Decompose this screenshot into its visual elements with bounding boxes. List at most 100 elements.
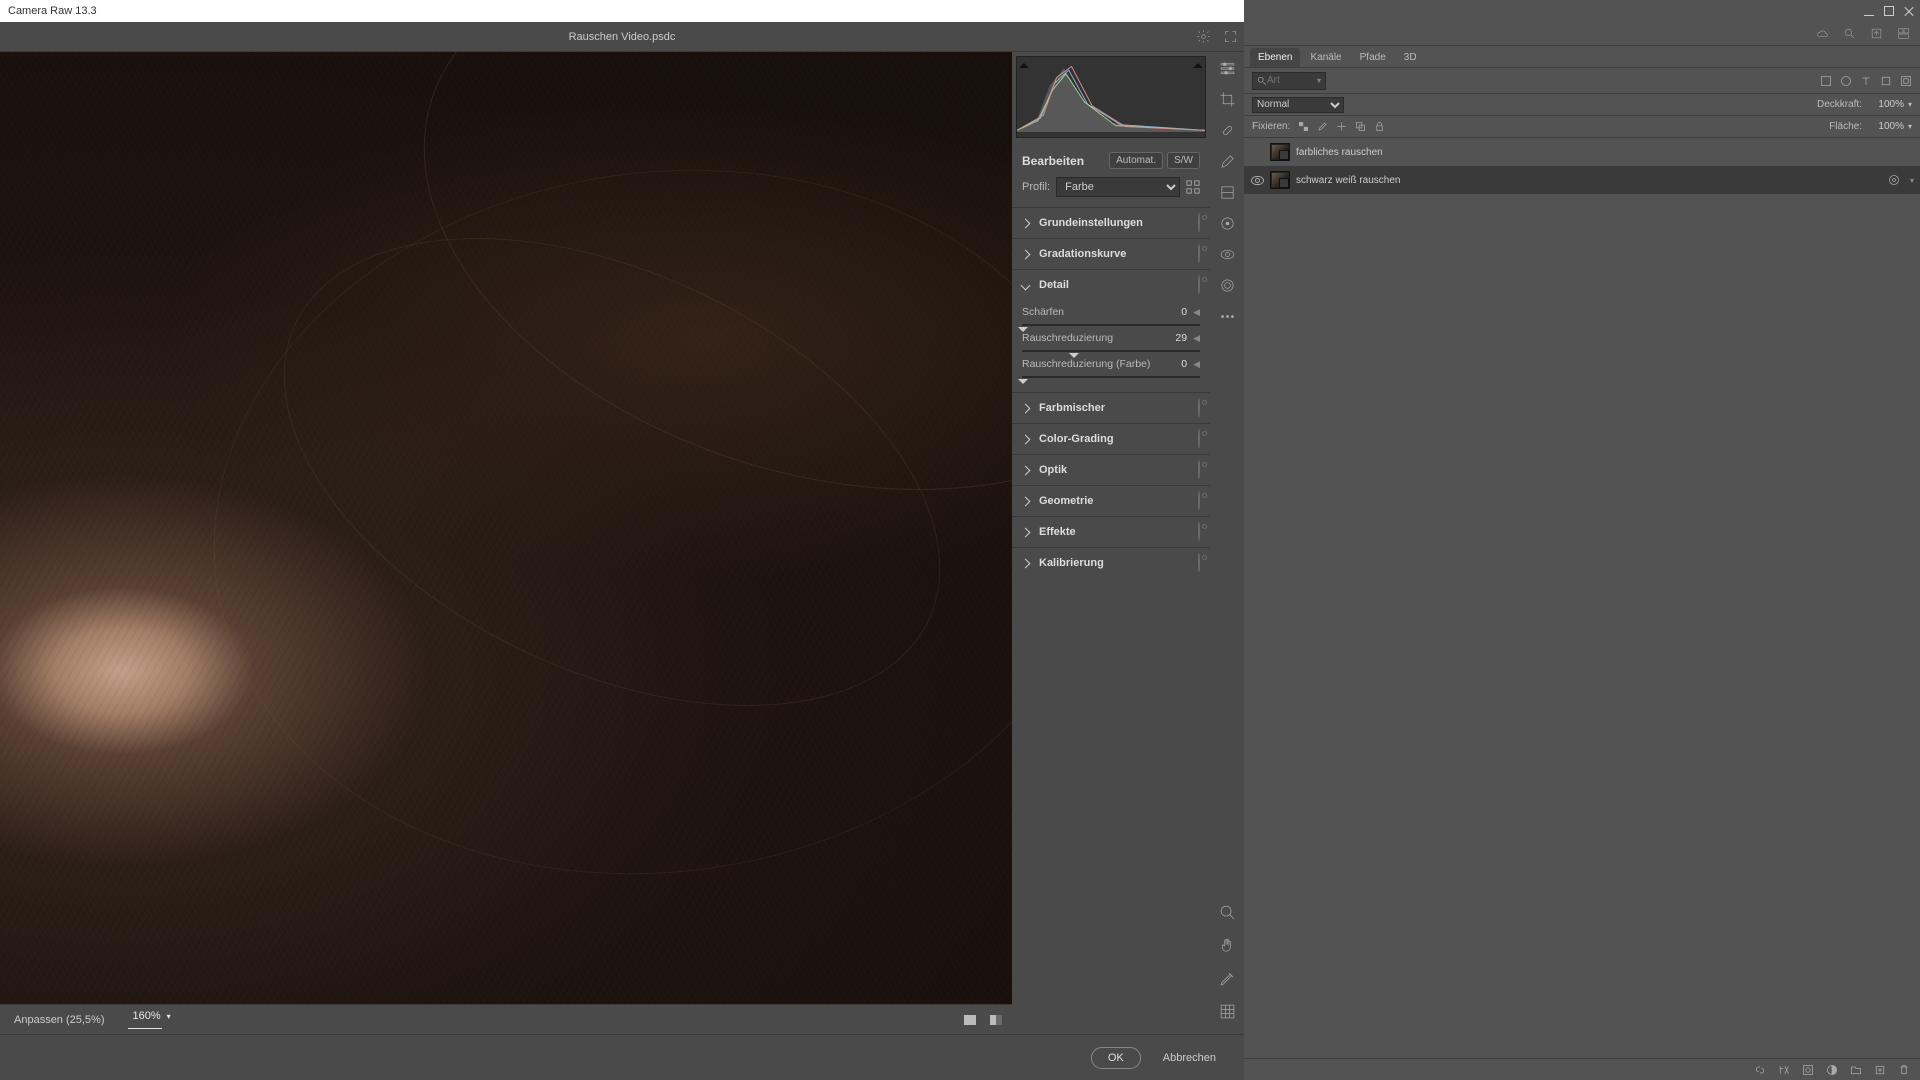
slider-color-noise-reduction[interactable]: Rauschreduzierung (Farbe)0◀ [1022, 358, 1200, 382]
cr-title: Camera Raw 13.3 [8, 5, 97, 17]
fullscreen-icon[interactable] [1223, 29, 1238, 44]
filter-shape-icon[interactable] [1880, 75, 1892, 87]
sect-basic[interactable]: Grundeinstellungen [1012, 208, 1210, 238]
lock-nest-icon[interactable] [1355, 121, 1366, 132]
hand-icon[interactable] [1219, 937, 1236, 954]
cr-zoom-dropdown[interactable]: 160% ▾ [133, 1010, 171, 1022]
radial-tool-icon[interactable] [1219, 215, 1236, 232]
mask-icon[interactable] [1802, 1064, 1814, 1076]
eye-icon[interactable] [1198, 430, 1200, 448]
sect-calibration[interactable]: Kalibrierung [1012, 548, 1210, 578]
preset-tool-icon[interactable] [1219, 277, 1236, 294]
cloud-icon[interactable] [1816, 27, 1829, 40]
opacity-input[interactable] [1866, 99, 1904, 110]
grid-icon[interactable] [1219, 1003, 1236, 1020]
adjustment-icon[interactable] [1826, 1064, 1838, 1076]
cr-profile-select[interactable]: Farbe [1056, 177, 1180, 197]
tab-paths[interactable]: Pfade [1352, 48, 1394, 67]
profile-grid-icon[interactable] [1186, 180, 1200, 194]
sect-detail[interactable]: Detail [1012, 270, 1210, 300]
sect-optics[interactable]: Optik [1012, 455, 1210, 485]
cr-auto-button[interactable]: Automat. [1109, 152, 1163, 169]
fill-label: Fläche: [1829, 121, 1862, 132]
tab-3d[interactable]: 3D [1396, 48, 1425, 67]
more-icon[interactable] [1219, 308, 1236, 325]
ps-window-controls [1244, 0, 1920, 22]
zoom-icon[interactable] [1219, 904, 1236, 921]
lock-label: Fixieren: [1252, 121, 1290, 132]
expand-icon[interactable]: ◀ [1193, 307, 1200, 318]
eye-icon[interactable] [1198, 554, 1200, 572]
fx-icon[interactable] [1778, 1064, 1790, 1076]
layer-row[interactable]: schwarz weiß rauschen ▾ [1244, 166, 1920, 194]
eye-icon[interactable] [1198, 523, 1200, 541]
crop-tool-icon[interactable] [1219, 91, 1236, 108]
slider-sharpen[interactable]: Schärfen0◀ [1022, 306, 1200, 330]
workspace-icon[interactable] [1897, 27, 1910, 40]
cr-edit-title: Bearbeiten [1022, 154, 1084, 168]
redeye-tool-icon[interactable] [1219, 246, 1236, 263]
fill-input[interactable] [1866, 121, 1904, 132]
lock-trans-icon[interactable] [1298, 121, 1309, 132]
blend-mode-select[interactable]: Normal [1252, 97, 1344, 113]
tab-layers[interactable]: Ebenen [1250, 48, 1300, 67]
cr-preview-image[interactable] [0, 52, 1012, 1004]
cr-bw-button[interactable]: S/W [1167, 152, 1200, 169]
visibility-toggle[interactable] [1250, 173, 1264, 187]
layer-thumb[interactable] [1270, 143, 1290, 161]
eye-icon[interactable] [1198, 245, 1200, 263]
sect-effects[interactable]: Effekte [1012, 517, 1210, 547]
view-single-icon[interactable] [964, 1015, 976, 1025]
cr-histogram[interactable] [1016, 56, 1206, 138]
chevron-down-icon[interactable]: ▾ [1910, 176, 1914, 185]
expand-icon[interactable]: ◀ [1193, 359, 1200, 370]
layer-thumb[interactable] [1270, 171, 1290, 189]
cancel-button[interactable]: Abbrechen [1163, 1052, 1216, 1064]
sect-colormixer[interactable]: Farbmischer [1012, 393, 1210, 423]
layer-filter-search[interactable]: ▾ [1252, 72, 1326, 90]
brush-tool-icon[interactable] [1219, 153, 1236, 170]
heal-tool-icon[interactable] [1219, 122, 1236, 139]
gradient-tool-icon[interactable] [1219, 184, 1236, 201]
lock-pos-icon[interactable] [1336, 121, 1347, 132]
new-layer-icon[interactable] [1874, 1064, 1886, 1076]
lock-paint-icon[interactable] [1317, 121, 1328, 132]
visibility-toggle[interactable] [1250, 145, 1264, 159]
cr-fit-label[interactable]: Anpassen (25,5%) [14, 1014, 105, 1026]
layer-row[interactable]: farbliches rauschen [1244, 138, 1920, 166]
edit-tool-icon[interactable] [1219, 60, 1236, 77]
maximize-icon[interactable] [1884, 6, 1894, 16]
eye-icon[interactable] [1198, 492, 1200, 510]
filter-type-icon[interactable] [1860, 75, 1872, 87]
eye-icon[interactable] [1198, 276, 1200, 294]
sect-geometry[interactable]: Geometrie [1012, 486, 1210, 516]
minimize-icon[interactable] [1864, 6, 1874, 16]
filter-pixel-icon[interactable] [1820, 75, 1832, 87]
layer-name[interactable]: schwarz weiß rauschen [1296, 175, 1400, 186]
close-icon[interactable] [1904, 6, 1914, 16]
eye-icon[interactable] [1198, 461, 1200, 479]
sect-colorgrading[interactable]: Color-Grading [1012, 424, 1210, 454]
search-icon[interactable] [1843, 27, 1856, 40]
filter-smart-icon[interactable] [1900, 75, 1912, 87]
trash-icon[interactable] [1898, 1064, 1910, 1076]
slider-noise-reduction[interactable]: Rauschreduzierung29◀ [1022, 332, 1200, 356]
view-split-icon[interactable] [990, 1015, 1002, 1025]
cr-titlebar: Camera Raw 13.3 [0, 0, 1244, 22]
smartfilter-icon[interactable] [1888, 174, 1900, 186]
cr-filename: Rauschen Video.psdc [569, 31, 676, 43]
expand-icon[interactable]: ◀ [1193, 333, 1200, 344]
group-icon[interactable] [1850, 1064, 1862, 1076]
sampler-icon[interactable] [1219, 970, 1236, 987]
eye-icon[interactable] [1198, 214, 1200, 232]
eye-icon[interactable] [1198, 399, 1200, 417]
share-icon[interactable] [1870, 27, 1883, 40]
filter-adjust-icon[interactable] [1840, 75, 1852, 87]
gear-icon[interactable] [1196, 29, 1211, 44]
ok-button[interactable]: OK [1091, 1047, 1141, 1069]
link-layers-icon[interactable] [1754, 1064, 1766, 1076]
sect-curve[interactable]: Gradationskurve [1012, 239, 1210, 269]
layer-name[interactable]: farbliches rauschen [1296, 147, 1383, 158]
tab-channels[interactable]: Kanäle [1302, 48, 1349, 67]
lock-all-icon[interactable] [1374, 121, 1385, 132]
